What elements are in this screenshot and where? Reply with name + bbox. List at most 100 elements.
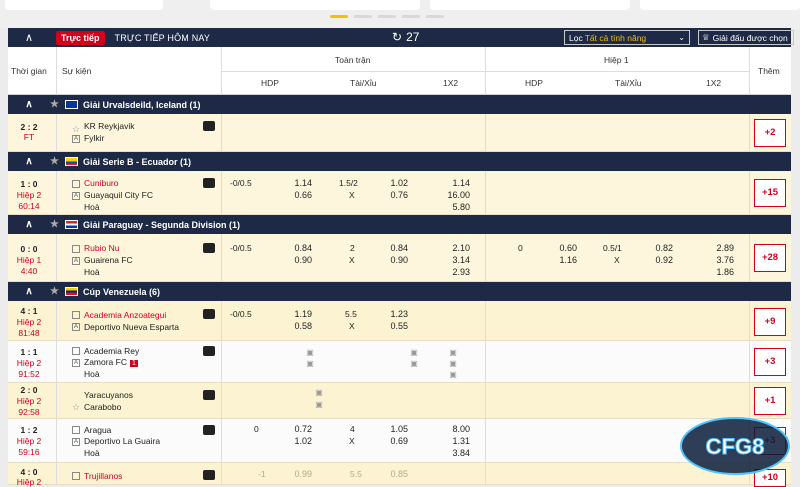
- stats-icon[interactable]: [203, 390, 215, 400]
- h1-ou-odd[interactable]: 0.92: [633, 255, 673, 265]
- filter-label: Lọc: [569, 32, 583, 43]
- stats-icon[interactable]: [203, 309, 215, 319]
- hdp-odd[interactable]: 1.19: [272, 309, 312, 319]
- ou-odd[interactable]: 1.02: [368, 178, 408, 188]
- ou-x: X: [349, 190, 355, 200]
- hdp-odd[interactable]: 0.66: [272, 190, 312, 200]
- home-team[interactable]: Trujillanos: [84, 471, 122, 481]
- 1x2-odd[interactable]: 5.80: [430, 202, 470, 212]
- hdp-odd[interactable]: 0.90: [272, 255, 312, 265]
- star-icon[interactable]: ★: [50, 99, 59, 110]
- ou-odd[interactable]: 0.76: [368, 190, 408, 200]
- carousel-dot[interactable]: [330, 15, 348, 18]
- away-team[interactable]: Zamora FC: [84, 357, 127, 367]
- banner-card[interactable]: [210, 0, 420, 10]
- stats-icon[interactable]: [203, 470, 215, 480]
- hdp-odd[interactable]: 0.99: [272, 469, 312, 479]
- stats-icon[interactable]: [203, 425, 215, 435]
- col-half1: Hiệp 1: [604, 55, 629, 65]
- carousel-dot[interactable]: [426, 15, 444, 18]
- home-team[interactable]: Rubio Nu: [84, 243, 119, 253]
- stats-icon[interactable]: [203, 121, 215, 131]
- hdp-odd[interactable]: 0.84: [272, 243, 312, 253]
- refresh-button[interactable]: ↻ 27: [392, 30, 419, 44]
- stats-icon[interactable]: [203, 178, 215, 188]
- away-team[interactable]: Fylkir: [84, 133, 104, 143]
- star-icon[interactable]: ★: [50, 219, 59, 230]
- h1-1x2-odd[interactable]: 2.89: [694, 243, 734, 253]
- league-header[interactable]: ∧ ★ Giải Paraguay - Segunda Division (1): [8, 215, 791, 234]
- 1x2-odd[interactable]: 8.00: [430, 424, 470, 434]
- ou-odd[interactable]: 0.55: [368, 321, 408, 331]
- home-team[interactable]: KR Reykjavik: [84, 121, 135, 131]
- h1-1x2-odd[interactable]: 3.76: [694, 255, 734, 265]
- ou-odd[interactable]: 1.23: [368, 309, 408, 319]
- lock-icon: ▣: [410, 348, 418, 357]
- home-square-icon: [72, 311, 80, 319]
- more-markets-button[interactable]: +15: [754, 179, 786, 207]
- home-team[interactable]: Yaracuyanos: [84, 390, 133, 400]
- hdp-odd[interactable]: 0.72: [272, 424, 312, 434]
- star-icon[interactable]: ☆: [72, 124, 80, 135]
- ou-odd[interactable]: 0.90: [368, 255, 408, 265]
- ou-odd[interactable]: 0.69: [368, 436, 408, 446]
- live-badge[interactable]: Trực tiếp: [56, 30, 105, 45]
- h1-hdp-odd[interactable]: 1.16: [537, 255, 577, 265]
- collapse-all-icon[interactable]: ∧: [8, 31, 50, 44]
- away-team[interactable]: Carabobo: [84, 402, 121, 412]
- 1x2-odd[interactable]: 2.10: [430, 243, 470, 253]
- league-header[interactable]: ∧ ★ Cúp Venezuela (6): [8, 282, 791, 301]
- more-markets-button[interactable]: +28: [754, 244, 786, 272]
- collapse-icon[interactable]: ∧: [8, 99, 50, 110]
- away-team[interactable]: Deportivo Nueva Esparta: [84, 322, 179, 332]
- 1x2-odd[interactable]: 3.14: [430, 255, 470, 265]
- league-name: Cúp Venezuela (6): [82, 286, 160, 297]
- league-name: Giải Paraguay - Segunda Division (1): [82, 219, 241, 230]
- ou-odd[interactable]: 1.05: [368, 424, 408, 434]
- away-team[interactable]: Deportivo La Guaira: [84, 436, 160, 446]
- star-icon[interactable]: ★: [50, 286, 59, 297]
- table-row: 4 : 1 Hiệp 2 81:48 Academia Anzoategui A…: [8, 301, 791, 341]
- filter-select[interactable]: Lọc Tất cả tính năng ⌄: [564, 30, 690, 45]
- banner-card[interactable]: [430, 0, 630, 10]
- ou-odd[interactable]: 0.85: [368, 469, 408, 479]
- 1x2-odd[interactable]: 3.84: [430, 448, 470, 458]
- collapse-icon[interactable]: ∧: [8, 219, 50, 230]
- ou-odd[interactable]: 0.84: [368, 243, 408, 253]
- collapse-icon[interactable]: ∧: [8, 286, 50, 297]
- banner-card[interactable]: [5, 0, 163, 10]
- more-markets-button[interactable]: +9: [754, 308, 786, 336]
- home-team[interactable]: Academia Rey: [84, 346, 139, 356]
- star-icon[interactable]: ☆: [72, 402, 80, 413]
- h1-ou-odd[interactable]: 0.82: [633, 243, 673, 253]
- away-team[interactable]: Guairena FC: [84, 255, 133, 265]
- star-icon[interactable]: ★: [50, 156, 59, 167]
- hdp-odd[interactable]: 1.02: [272, 436, 312, 446]
- more-markets-button[interactable]: +2: [754, 119, 786, 147]
- away-team[interactable]: Guayaquil City FC: [84, 190, 153, 200]
- 1x2-odd[interactable]: 2.93: [430, 267, 470, 277]
- 1x2-odd[interactable]: 1.31: [430, 436, 470, 446]
- carousel-dot[interactable]: [402, 15, 420, 18]
- hdp-line: 0: [254, 424, 259, 434]
- banner-card[interactable]: [640, 0, 800, 10]
- h1-hdp-odd[interactable]: 0.60: [537, 243, 577, 253]
- stats-icon[interactable]: [203, 346, 215, 356]
- hdp-odd[interactable]: 1.14: [272, 178, 312, 188]
- carousel-dot[interactable]: [354, 15, 372, 18]
- home-team[interactable]: Academia Anzoategui: [84, 310, 166, 320]
- collapse-icon[interactable]: ∧: [8, 156, 50, 167]
- stats-icon[interactable]: [203, 243, 215, 253]
- 1x2-odd[interactable]: 1.14: [430, 178, 470, 188]
- match-status: Hiệp 2: [16, 436, 42, 446]
- 1x2-odd[interactable]: 16.00: [430, 190, 470, 200]
- h1-1x2-odd[interactable]: 1.86: [694, 267, 734, 277]
- more-markets-button[interactable]: +3: [754, 348, 786, 376]
- home-team[interactable]: Cuniburo: [84, 178, 119, 188]
- home-team[interactable]: Aragua: [84, 425, 111, 435]
- league-header[interactable]: ∧ ★ Giải Serie B - Ecuador (1): [8, 152, 791, 171]
- league-select-button[interactable]: ♕ Giải đấu được chọn: [698, 30, 794, 45]
- carousel-dot[interactable]: [378, 15, 396, 18]
- hdp-odd[interactable]: 0.58: [272, 321, 312, 331]
- league-header[interactable]: ∧ ★ Giải Urvalsdeild, Iceland (1): [8, 95, 791, 114]
